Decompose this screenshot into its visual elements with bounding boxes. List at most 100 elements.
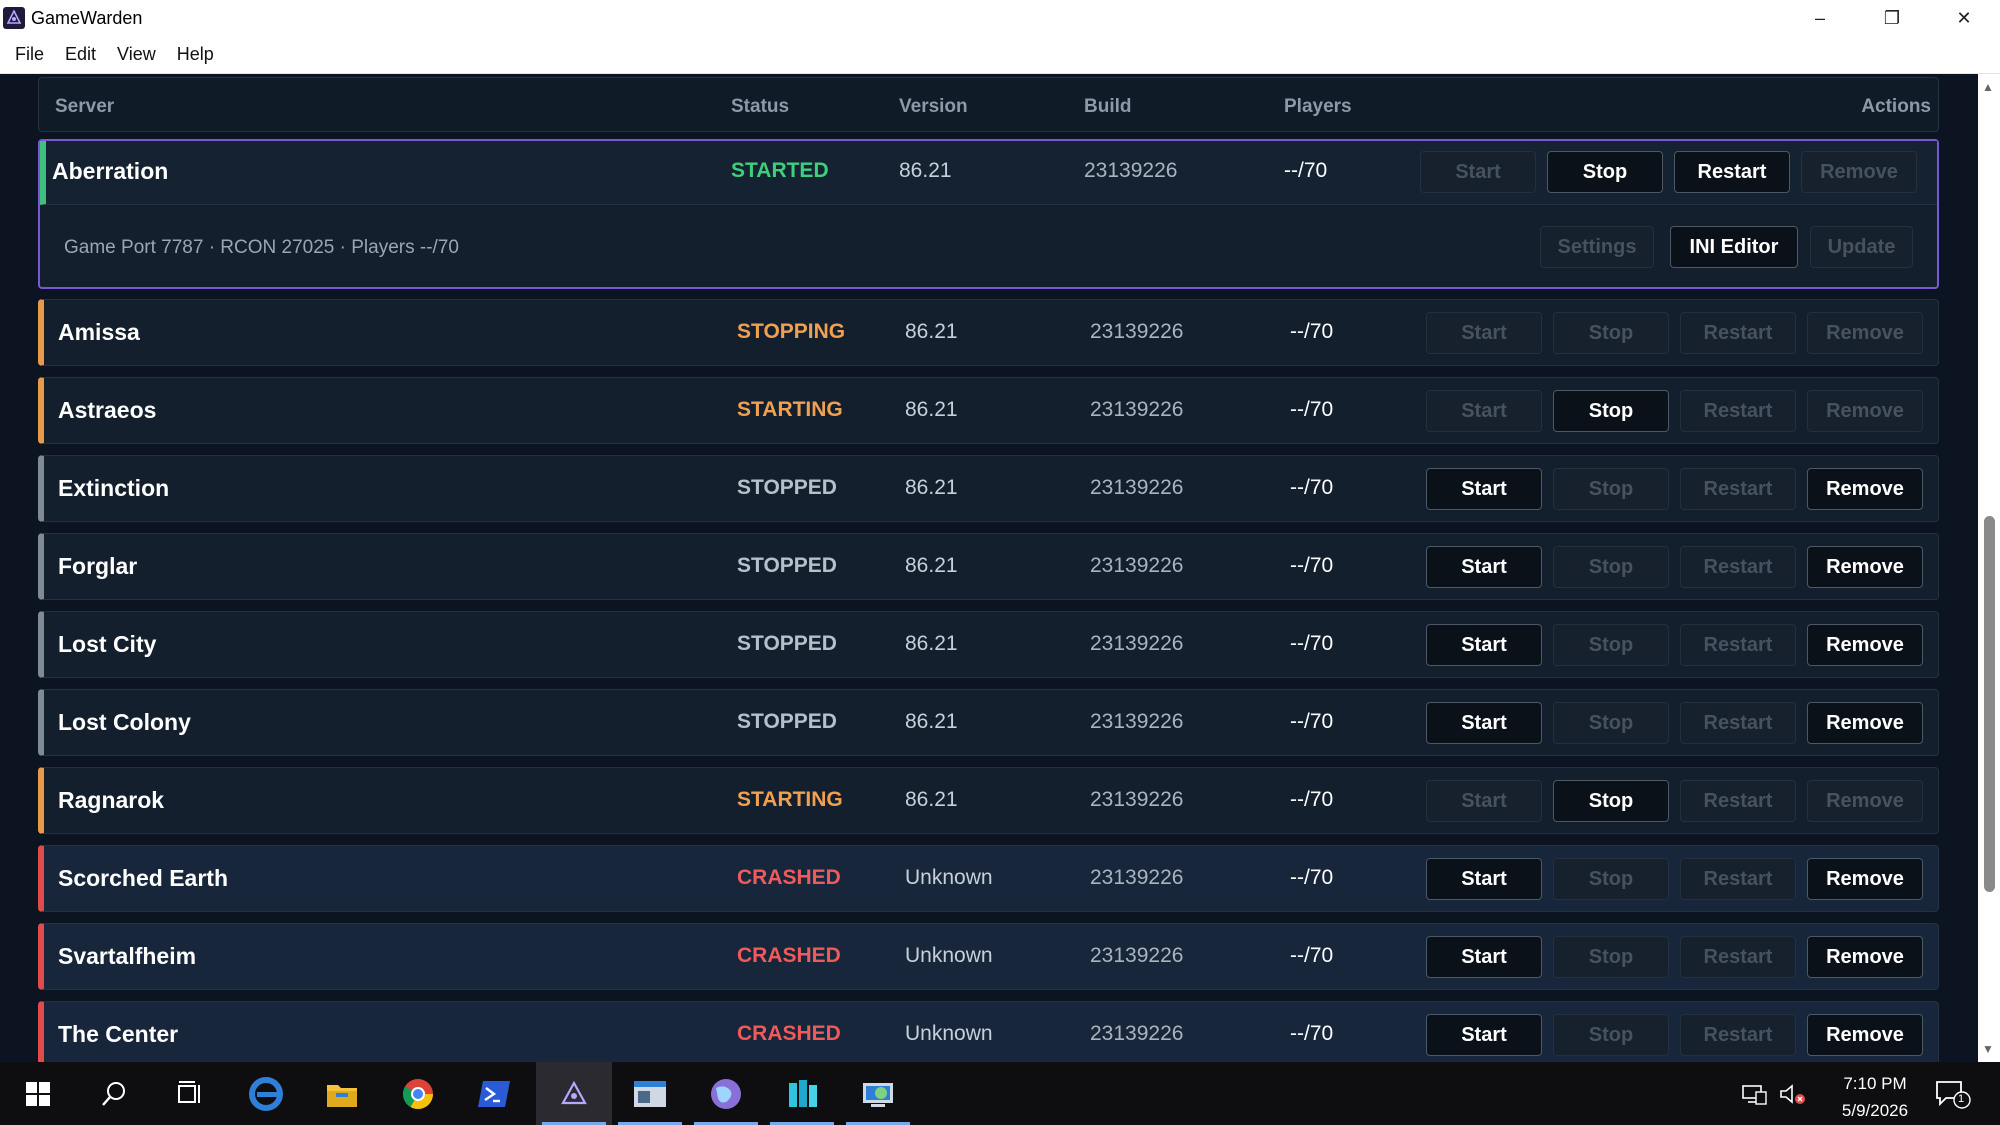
settings-button[interactable]: Settings xyxy=(1540,226,1654,268)
menu-edit[interactable]: Edit xyxy=(59,44,102,65)
server-build: 23139226 xyxy=(1090,944,1184,967)
restart-button[interactable]: Restart xyxy=(1680,702,1796,744)
maximize-button[interactable]: ❐ xyxy=(1856,0,1928,36)
minimize-button[interactable]: – xyxy=(1784,0,1856,36)
stop-button[interactable]: Stop xyxy=(1553,1014,1669,1056)
stop-button[interactable]: Stop xyxy=(1553,312,1669,354)
scroll-up-arrow-icon[interactable]: ▲ xyxy=(1982,80,1994,94)
remove-button[interactable]: Remove xyxy=(1807,624,1923,666)
restart-button[interactable]: Restart xyxy=(1680,624,1796,666)
header-status[interactable]: Status xyxy=(731,96,789,118)
remove-button[interactable]: Remove xyxy=(1807,702,1923,744)
volume-muted-icon[interactable] xyxy=(1778,1062,1808,1125)
remove-button[interactable]: Remove xyxy=(1807,390,1923,432)
remove-button[interactable]: Remove xyxy=(1807,936,1923,978)
remove-button[interactable]: Remove xyxy=(1807,858,1923,900)
server-row-forglar[interactable]: Forglar STOPPED 86.21 23139226 --/70 Start Sto… xyxy=(38,533,1939,600)
start-button[interactable]: Start xyxy=(1426,780,1542,822)
title-bar: GameWarden – ❐ ✕ xyxy=(0,0,2000,36)
menu-help[interactable]: Help xyxy=(171,44,220,65)
ini-editor-button[interactable]: INI Editor xyxy=(1670,226,1798,268)
stop-button[interactable]: Stop xyxy=(1553,468,1669,510)
remove-button[interactable]: Remove xyxy=(1801,151,1917,193)
start-icon[interactable] xyxy=(0,1062,76,1125)
server-row-aberration[interactable]: Aberration STARTED 86.21 23139226 --/70 Start… xyxy=(46,139,1935,206)
restart-button[interactable]: Restart xyxy=(1680,546,1796,588)
start-button[interactable]: Start xyxy=(1426,702,1542,744)
system-clock[interactable]: 7:10 PM 5/9/2026 xyxy=(1830,1070,1920,1124)
server-row-the-center[interactable]: The Center CRASHED Unknown 23139226 --/70 Sta… xyxy=(38,1001,1939,1062)
server-row-scorched-earth[interactable]: Scorched Earth CRASHED Unknown 23139226 --/7… xyxy=(38,845,1939,912)
browser-globe-icon[interactable] xyxy=(688,1062,764,1125)
server-name: Ragnarok xyxy=(58,787,165,813)
server-manager-icon[interactable] xyxy=(612,1062,688,1125)
search-icon[interactable] xyxy=(76,1062,152,1125)
remove-button[interactable]: Remove xyxy=(1807,546,1923,588)
restart-button[interactable]: Restart xyxy=(1680,1014,1796,1056)
start-button[interactable]: Start xyxy=(1426,936,1542,978)
start-button[interactable]: Start xyxy=(1426,546,1542,588)
remove-button[interactable]: Remove xyxy=(1807,312,1923,354)
server-status: CRASHED xyxy=(737,944,841,967)
update-button[interactable]: Update xyxy=(1810,226,1913,268)
server-row-ragnarok[interactable]: Ragnarok STARTING 86.21 23139226 --/70 Start S… xyxy=(38,767,1939,834)
remove-button[interactable]: Remove xyxy=(1807,468,1923,510)
chrome-icon[interactable] xyxy=(380,1062,456,1125)
network-tool-icon[interactable] xyxy=(840,1062,916,1125)
vertical-scrollbar[interactable]: ▲ ▼ xyxy=(1978,74,2000,1062)
start-button[interactable]: Start xyxy=(1420,151,1536,193)
restart-button[interactable]: Restart xyxy=(1674,151,1790,193)
server-row-lost-city[interactable]: Lost City STOPPED 86.21 23139226 --/70 Start S… xyxy=(38,611,1939,678)
server-build: 23139226 xyxy=(1090,788,1184,811)
menu-view[interactable]: View xyxy=(111,44,162,65)
scroll-down-arrow-icon[interactable]: ▼ xyxy=(1982,1042,1994,1056)
server-row-svartalfheim[interactable]: Svartalfheim CRASHED Unknown 23139226 --/70 S… xyxy=(38,923,1939,990)
server-version: 86.21 xyxy=(905,710,958,733)
stop-button[interactable]: Stop xyxy=(1553,546,1669,588)
restart-button[interactable]: Restart xyxy=(1680,936,1796,978)
restart-button[interactable]: Restart xyxy=(1680,390,1796,432)
remove-button[interactable]: Remove xyxy=(1807,780,1923,822)
start-button[interactable]: Start xyxy=(1426,1014,1542,1056)
header-server[interactable]: Server xyxy=(55,96,114,118)
stop-button[interactable]: Stop xyxy=(1553,390,1669,432)
start-button[interactable]: Start xyxy=(1426,858,1542,900)
scrollbar-thumb[interactable] xyxy=(1984,516,1995,892)
close-button[interactable]: ✕ xyxy=(1928,0,2000,36)
stop-button[interactable]: Stop xyxy=(1553,936,1669,978)
server-row-astraeos[interactable]: Astraeos STARTING 86.21 23139226 --/70 Start S… xyxy=(38,377,1939,444)
header-players[interactable]: Players xyxy=(1284,96,1352,118)
start-button[interactable]: Start xyxy=(1426,468,1542,510)
stop-button[interactable]: Stop xyxy=(1553,702,1669,744)
powershell-icon[interactable] xyxy=(456,1062,532,1125)
server-players: --/70 xyxy=(1290,788,1334,811)
restart-button[interactable]: Restart xyxy=(1680,858,1796,900)
server-name: The Center xyxy=(58,1021,179,1047)
stop-button[interactable]: Stop xyxy=(1553,858,1669,900)
stop-button[interactable]: Stop xyxy=(1547,151,1663,193)
restart-button[interactable]: Restart xyxy=(1680,780,1796,822)
server-row-amissa[interactable]: Amissa STOPPING 86.21 23139226 --/70 Start Sto… xyxy=(38,299,1939,366)
notification-center-icon[interactable]: 1 xyxy=(1934,1062,1972,1125)
edge-icon[interactable] xyxy=(228,1062,304,1125)
gamewarden-icon[interactable] xyxy=(536,1062,612,1125)
network-icon[interactable] xyxy=(1740,1062,1768,1125)
task-view-icon[interactable] xyxy=(152,1062,228,1125)
header-build[interactable]: Build xyxy=(1084,96,1132,118)
stop-button[interactable]: Stop xyxy=(1553,780,1669,822)
menu-file[interactable]: File xyxy=(9,44,50,65)
stop-button[interactable]: Stop xyxy=(1553,624,1669,666)
start-button[interactable]: Start xyxy=(1426,312,1542,354)
restart-button[interactable]: Restart xyxy=(1680,312,1796,354)
file-explorer-icon[interactable] xyxy=(304,1062,380,1125)
header-version[interactable]: Version xyxy=(899,96,968,118)
start-button[interactable]: Start xyxy=(1426,390,1542,432)
server-row-extinction[interactable]: Extinction STOPPED 86.21 23139226 --/70 Start… xyxy=(38,455,1939,522)
remove-button[interactable]: Remove xyxy=(1807,1014,1923,1056)
restart-button[interactable]: Restart xyxy=(1680,468,1796,510)
start-button[interactable]: Start xyxy=(1426,624,1542,666)
server-row-lost-colony[interactable]: Lost Colony STOPPED 86.21 23139226 --/70 Star… xyxy=(38,689,1939,756)
server-status: STOPPED xyxy=(737,476,837,499)
storage-icon[interactable] xyxy=(764,1062,840,1125)
server-build: 23139226 xyxy=(1090,866,1184,889)
